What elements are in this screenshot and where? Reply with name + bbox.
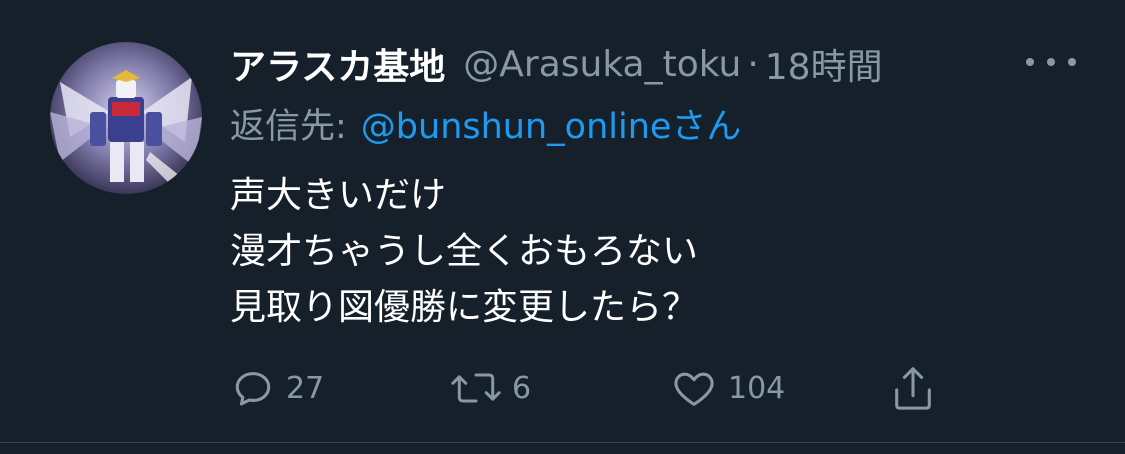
retweet-button[interactable]: 6	[450, 360, 531, 416]
tweet-header: アラスカ基地 @Arasuka_toku · 18時間	[230, 38, 883, 90]
reply-mention-link[interactable]: @bunshun_onlineさん	[361, 98, 742, 149]
reply-prefix: 返信先:	[230, 106, 347, 147]
user-handle[interactable]: @Arasuka_toku	[463, 44, 741, 85]
reply-bubble-icon	[235, 372, 271, 406]
reply-count: 27	[286, 370, 325, 406]
timestamp[interactable]: 18時間	[765, 38, 883, 90]
share-button[interactable]	[890, 360, 936, 416]
retweet-count: 6	[512, 370, 532, 406]
avatar-image	[50, 42, 202, 194]
like-button[interactable]: 104	[670, 360, 785, 416]
tweet-text: 声大きいだけ 漫才ちゃうし全くおもろない 見取り図優勝に変更したら？	[230, 168, 698, 336]
display-name[interactable]: アラスカ基地	[230, 38, 445, 90]
action-bar: 27 6 104	[230, 360, 950, 416]
reply-to: 返信先: @bunshun_onlineさん	[230, 98, 741, 148]
more-dot	[1026, 58, 1034, 66]
tweet-text-line: 見取り図優勝に変更したら？	[230, 287, 699, 328]
avatar[interactable]	[50, 42, 202, 194]
divider	[0, 442, 1125, 443]
more-dot	[1047, 58, 1055, 66]
heart-icon	[674, 372, 714, 406]
share-icon	[895, 367, 931, 410]
separator: ·	[747, 43, 759, 85]
reply-button[interactable]: 27	[230, 360, 324, 416]
tweet-card[interactable]: アラスカ基地 @Arasuka_toku · 18時間 返信先: @bunshu…	[0, 0, 1125, 442]
tweet-text-line: 声大きいだけ	[230, 175, 447, 216]
tweet-text-line: 漫才ちゃうし全くおもろない	[230, 231, 699, 272]
more-dots-icon[interactable]	[1026, 44, 1076, 80]
retweet-icon	[451, 373, 501, 403]
more-dot	[1068, 58, 1076, 66]
like-count: 104	[728, 370, 786, 406]
